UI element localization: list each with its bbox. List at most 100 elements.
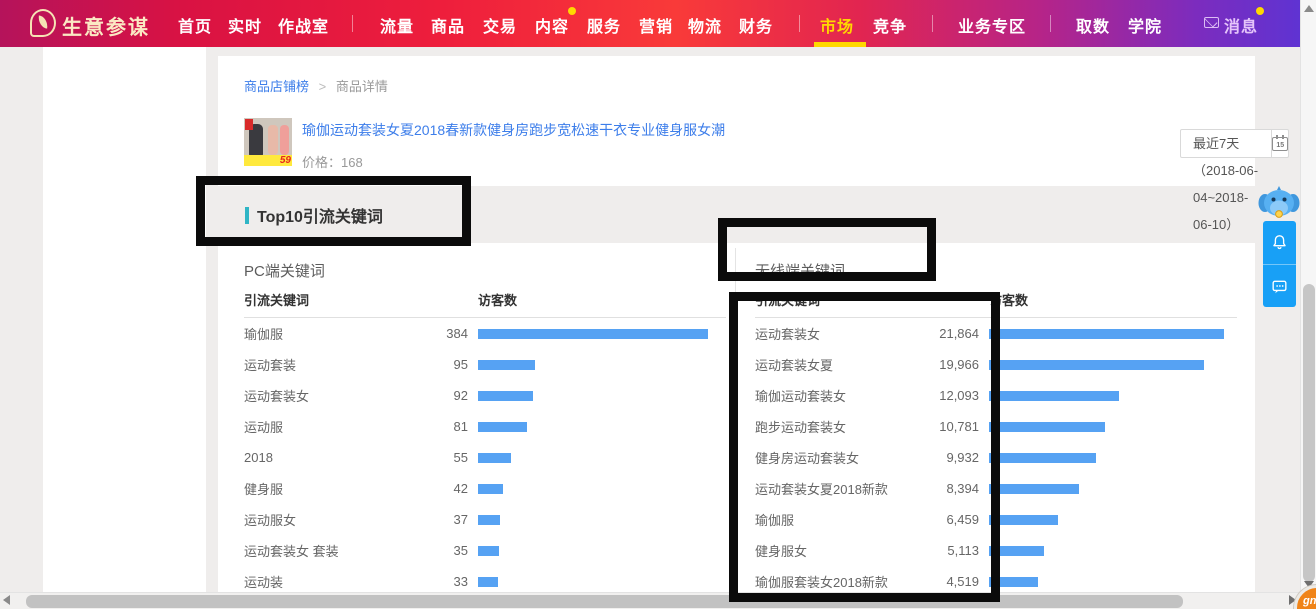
keyword-cell: 健身房运动套装女	[755, 448, 891, 467]
keyword-cell: 健身服女	[755, 541, 891, 560]
nav-item-logistics[interactable]: 物流	[688, 13, 722, 37]
visitors-value: 21,864	[891, 326, 979, 341]
bar-track	[989, 484, 1237, 494]
page: 生意参谋 首页 实时 作战室 流量 商品 交易 内容 服务 营销 物流 财务 市…	[0, 0, 1316, 609]
bar-track	[989, 391, 1237, 401]
product-title-link[interactable]: 瑜伽运动套装女夏2018春新款健身房跑步宽松速干衣专业健身服女潮	[302, 120, 862, 140]
visitors-value: 55	[380, 450, 468, 465]
visitors-column-header: 访客数	[478, 290, 517, 317]
keyword-cell: 运动服	[244, 417, 380, 436]
visitors-value: 81	[380, 419, 468, 434]
table-row: 健身服女5,113	[755, 535, 1237, 566]
nav-item-marketing[interactable]: 营销	[639, 13, 673, 37]
product-price: 价格：168	[302, 152, 363, 171]
nav-item-data[interactable]: 取数	[1076, 13, 1110, 37]
pc-keywords-label: PC端关键词	[244, 260, 325, 281]
nav-item-messages[interactable]: 消息	[1224, 13, 1258, 37]
horizontal-scrollbar[interactable]	[0, 592, 1300, 609]
visitor-bar	[989, 484, 1079, 494]
table-row: 运动套装女 套装35	[244, 535, 726, 566]
bar-track	[989, 546, 1237, 556]
vertical-scrollbar[interactable]	[1300, 0, 1316, 609]
nav-item-academy[interactable]: 学院	[1128, 13, 1162, 37]
nav-item-traffic[interactable]: 流量	[380, 13, 414, 37]
nav-item-service[interactable]: 服务	[587, 13, 621, 37]
nav-item-realtime[interactable]: 实时	[228, 13, 262, 37]
keyword-cell: 瑜伽运动套装女	[755, 386, 891, 405]
nav-item-finance[interactable]: 财务	[739, 13, 773, 37]
visitors-value: 37	[380, 512, 468, 527]
vertical-scrollbar-thumb[interactable]	[1303, 284, 1315, 582]
visitors-value: 8,394	[891, 481, 979, 496]
keyword-column-header: 引流关键词	[755, 290, 979, 317]
product-thumbnail[interactable]: 59	[244, 118, 292, 166]
nav-item-bizzone[interactable]: 业务专区	[958, 13, 1026, 37]
bar-track	[989, 577, 1237, 587]
nav-item-competition[interactable]: 竞争	[873, 13, 907, 37]
bar-track	[989, 515, 1237, 525]
notifications-bell-button[interactable]	[1263, 221, 1296, 264]
visitor-bar	[989, 329, 1224, 339]
bar-track	[478, 329, 726, 339]
nav-item-content[interactable]: 内容	[535, 13, 569, 37]
breadcrumb-link-rank[interactable]: 商品店铺榜	[244, 79, 309, 94]
brand-logo-icon	[30, 9, 56, 37]
nav-item-warroom[interactable]: 作战室	[278, 13, 329, 37]
section-title-text: Top10引流关键词	[257, 203, 383, 227]
table-row: 运动服81	[244, 411, 726, 442]
table-row: 运动套装95	[244, 349, 726, 380]
nav-divider	[352, 15, 353, 32]
date-range-label[interactable]: 最近7天（2018-06-04~2018-06-10）	[1181, 130, 1272, 157]
date-range-filter[interactable]: 最近7天（2018-06-04~2018-06-10） 15	[1180, 129, 1289, 158]
visitors-value: 6,459	[891, 512, 979, 527]
visitors-value: 19,966	[891, 357, 979, 372]
scroll-up-arrow[interactable]	[1304, 5, 1314, 12]
nav-item-goods[interactable]: 商品	[431, 13, 465, 37]
corner-badge-text: gn	[1303, 595, 1316, 607]
visitor-bar	[478, 422, 527, 432]
keyword-cell: 2018	[244, 450, 380, 465]
keyword-cell: 瑜伽服套装女2018新款	[755, 572, 891, 591]
wireless-keywords-label: 无线端关键词	[755, 260, 845, 281]
message-envelope-icon	[1204, 17, 1219, 28]
visitors-value: 33	[380, 574, 468, 589]
calendar-button[interactable]: 15	[1272, 130, 1288, 157]
visitors-value: 35	[380, 543, 468, 558]
brand-name[interactable]: 生意参谋	[62, 11, 150, 40]
pc-table-rows: 瑜伽服384运动套装95运动套装女92运动服81201855健身服42运动服女3…	[244, 318, 726, 597]
visitors-value: 4,519	[891, 574, 979, 589]
bar-track	[989, 422, 1237, 432]
wireless-keywords-table: 引流关键词 访客数 运动套装女21,864运动套装女夏19,966瑜伽运动套装女…	[755, 290, 1237, 597]
bar-track	[478, 391, 726, 401]
nav-item-market-active[interactable]: 市场	[820, 13, 854, 37]
elephant-mascot[interactable]	[1257, 184, 1301, 222]
bar-track	[478, 546, 726, 556]
active-tab-underline	[814, 42, 866, 47]
visitor-bar	[478, 546, 499, 556]
visitor-bar	[989, 391, 1119, 401]
scroll-left-arrow[interactable]	[3, 595, 10, 605]
visitors-value: 12,093	[891, 388, 979, 403]
horizontal-scrollbar-thumb[interactable]	[26, 595, 1183, 608]
nav-item-home[interactable]: 首页	[178, 13, 212, 37]
keyword-cell: 瑜伽服	[755, 510, 891, 529]
table-row: 201855	[244, 442, 726, 473]
nav-item-trade[interactable]: 交易	[483, 13, 517, 37]
wireless-table-rows: 运动套装女21,864运动套装女夏19,966瑜伽运动套装女12,093跑步运动…	[755, 318, 1237, 597]
section-title: Top10引流关键词	[245, 203, 383, 227]
table-header-row: 引流关键词 访客数	[244, 290, 726, 318]
table-row: 健身房运动套装女9,932	[755, 442, 1237, 473]
left-side-panel	[43, 47, 206, 592]
visitor-bar	[478, 391, 533, 401]
column-divider	[735, 248, 736, 592]
breadcrumb: 商品店铺榜 > 商品详情	[244, 76, 388, 95]
visitors-value: 5,113	[891, 543, 979, 558]
floating-corner-badge[interactable]: gn	[1294, 585, 1316, 609]
visitor-bar	[478, 484, 503, 494]
nav-divider	[932, 15, 933, 32]
visitor-bar	[989, 453, 1096, 463]
feedback-chat-button[interactable]	[1263, 264, 1296, 307]
nav-divider	[799, 15, 800, 32]
bar-track	[989, 329, 1237, 339]
keyword-cell: 跑步运动套装女	[755, 417, 891, 436]
